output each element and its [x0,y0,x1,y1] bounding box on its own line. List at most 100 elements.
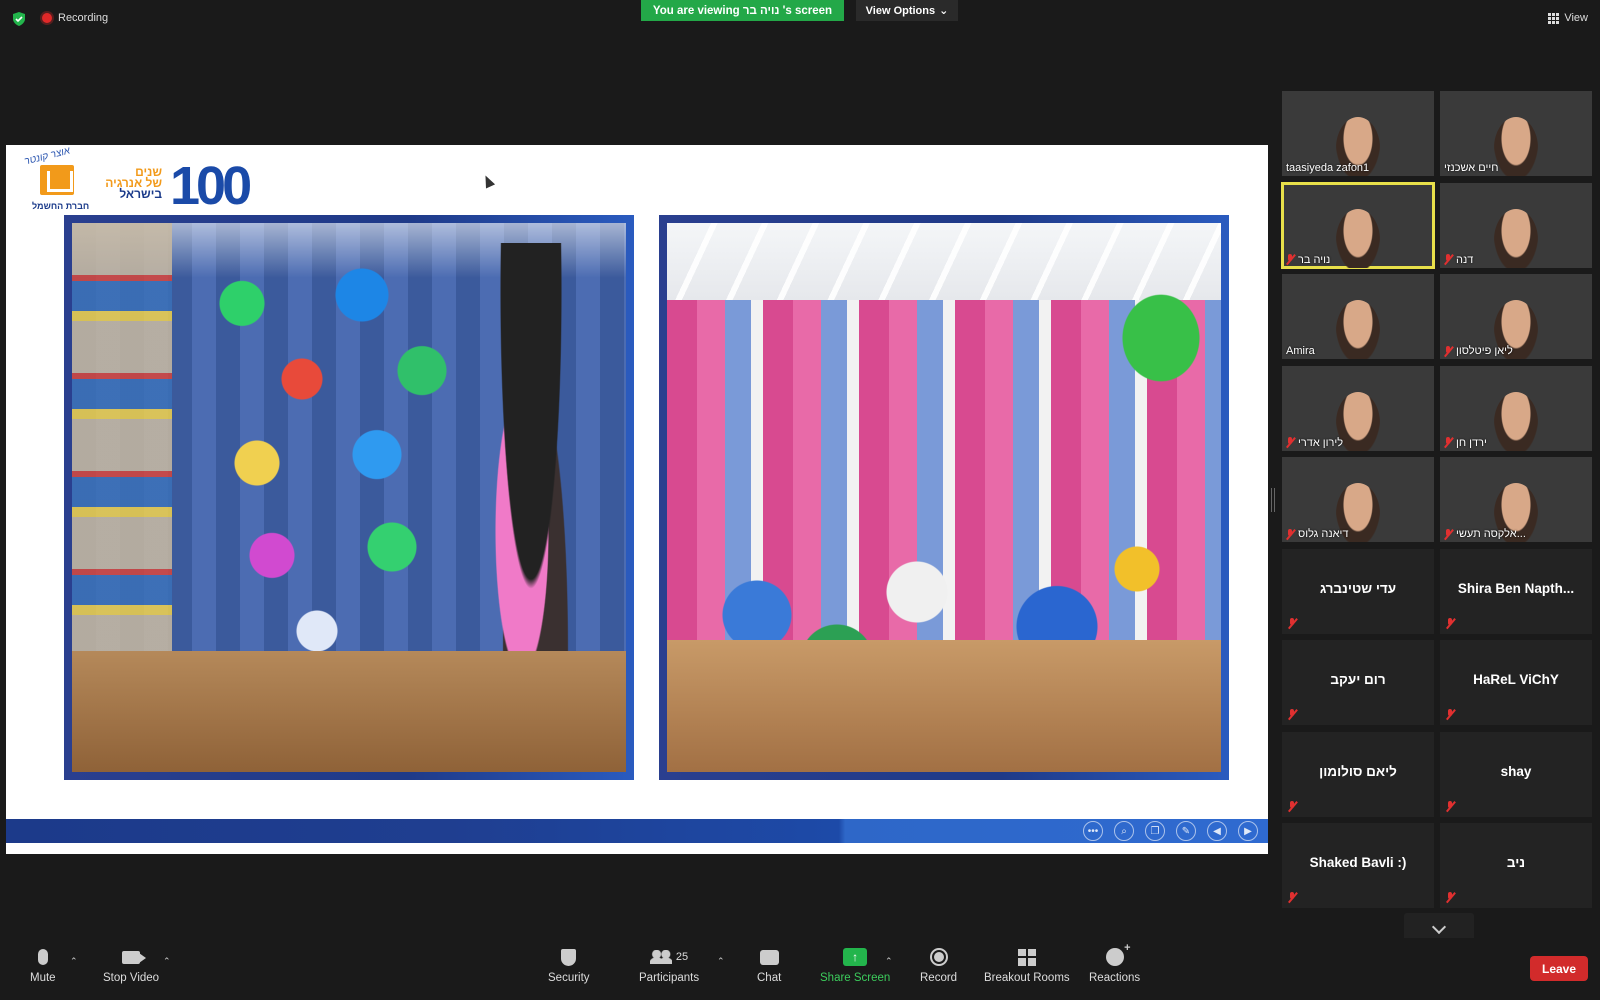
recording-label: Recording [58,12,109,24]
meeting-toolbar: Mute ⌃ Stop Video ⌃ Security 25 Particip… [0,938,1600,1000]
shared-screen[interactable]: אוצר קונטר חברת החשמל שנים של אנרגיה ביש… [6,145,1268,854]
participant-name-text: HaReL ViChY [1473,672,1559,687]
participant-tile[interactable]: נויה בר [1281,181,1435,269]
reaction-smiley-icon [1105,942,1131,966]
years-line-3: בישראל [119,187,162,201]
participant-tile[interactable]: רום יעקב [1282,640,1434,725]
participant-tile[interactable]: דנה [1440,182,1592,268]
participant-tile[interactable]: ניב [1440,823,1592,908]
participant-name: אלקסה תעשי... [1444,528,1526,540]
participant-name: לירון אדרי [1286,437,1343,449]
reactions-button[interactable]: Reactions [1089,942,1141,984]
participant-tile[interactable]: ירדן חן [1440,365,1592,451]
zoom-icon[interactable]: ⌕ [1114,821,1134,841]
share-screen-button[interactable]: ↑ Share Screen [820,946,890,984]
record-label: Record [920,972,958,984]
muted-mic-icon [1444,254,1453,265]
muted-mic-icon [1446,709,1458,721]
muted-mic-icon [1288,892,1300,904]
participant-tile[interactable]: Amira [1282,274,1434,359]
view-label: View [1564,12,1588,24]
participant-name-text: דנה [1456,253,1474,266]
participant-tile[interactable]: אלקסה תעשי... [1440,457,1592,542]
participant-name-text: ליאם סולומון [1319,763,1397,779]
next-slide-icon[interactable]: ▶ [1238,821,1258,841]
participant-tile[interactable]: דיאנה גלוס [1282,457,1434,542]
toy-store-photo-right [667,223,1221,772]
encryption-shield-icon[interactable] [12,12,26,26]
participant-tile[interactable]: Shira Ben Napth... [1440,548,1592,634]
gallery-grid-icon [1548,12,1560,24]
previous-slide-icon[interactable]: ◀ [1207,821,1227,841]
participant-name-text: ניב [1506,855,1526,870]
pen-icon[interactable]: ✎ [1176,821,1196,841]
participant-video-feed [1494,208,1538,268]
chat-button[interactable]: Chat [757,946,781,984]
participant-name: חיים אשכנזי [1444,162,1498,174]
stop-video-button[interactable]: Stop Video [103,946,159,984]
slide-controls: ••• ⌕ ❐ ✎ ◀ ▶ [1083,821,1258,841]
view-options-label: View Options [865,4,936,17]
participant-name-text: Shaked Bavli :) [1309,855,1407,870]
reactions-label: Reactions [1089,972,1141,984]
participant-video-feed [1494,117,1538,176]
participant-name-text: אלקסה תעשי... [1456,528,1526,540]
chat-label: Chat [757,972,782,984]
view-button[interactable]: View [1548,12,1588,24]
years-text: שנים של אנרגיה בישראל [102,166,162,201]
copy-icon[interactable]: ❐ [1145,821,1165,841]
recording-dot-icon [42,13,52,23]
participant-name-text: עדי שטינברג [1319,580,1397,596]
microphone-icon [37,949,48,965]
participant-video-feed [1336,300,1380,359]
security-button[interactable]: Security [548,946,590,984]
participant-tile[interactable]: shay [1440,731,1592,817]
mute-button[interactable]: Mute [30,946,56,984]
panel-resize-handle[interactable] [1271,488,1275,512]
participant-name: taasiyeda zafon1 [1286,162,1369,174]
participants-button[interactable]: 25 Participants [639,946,699,984]
participant-name: נויה בר [1286,254,1330,266]
recording-indicator[interactable]: Recording [42,12,108,24]
participant-video-feed [1494,391,1538,451]
chevron-down-icon [1431,919,1447,934]
participant-name-text: taasiyeda zafon1 [1286,162,1370,174]
muted-mic-icon [1288,709,1300,721]
top-bar: Recording You are viewing נויה בר 's scr… [0,0,1600,38]
record-button[interactable]: Record [920,946,957,984]
video-camera-icon [122,950,147,964]
participant-tile[interactable]: HaReL ViChY [1440,640,1592,725]
muted-mic-icon [1444,528,1453,540]
participant-tile[interactable]: ליאן פיטלסון [1440,274,1592,359]
participant-tile[interactable]: חיים אשכנזי [1440,91,1592,176]
participant-tile[interactable]: ליאם סולומון [1282,731,1434,817]
muted-mic-icon [1444,345,1453,357]
record-icon [929,948,948,966]
share-options-caret-icon[interactable]: ⌃ [885,956,893,967]
leave-button[interactable]: Leave [1530,956,1588,981]
muted-mic-icon [1446,617,1458,630]
participant-tile[interactable]: עדי שטינברג [1282,548,1434,634]
participants-options-caret-icon[interactable]: ⌃ [717,956,725,967]
chevron-down-icon: ⌄ [939,5,949,17]
muted-mic-icon [1286,437,1295,448]
participant-name-text: Amira [1286,345,1315,357]
participants-count: 25 [675,951,689,963]
toy-store-photo-left [72,223,626,772]
muted-mic-icon [1446,800,1458,813]
more-icon[interactable]: ••• [1083,821,1103,841]
muted-mic-icon [1446,892,1458,904]
stop-video-label: Stop Video [103,972,160,984]
view-options-button[interactable]: View Options ⌄ [856,0,958,21]
breakout-rooms-button[interactable]: Breakout Rooms [984,946,1070,984]
participant-tile[interactable]: Shaked Bavli :) [1282,823,1434,908]
video-options-caret-icon[interactable]: ⌃ [163,956,171,967]
slide-logo: אוצר קונטר חברת החשמל שנים של אנרגיה ביש… [20,146,270,216]
audio-options-caret-icon[interactable]: ⌃ [70,956,78,967]
participant-tile[interactable]: taasiyeda zafon1 [1282,91,1434,176]
participant-tile[interactable]: לירון אדרי [1282,365,1434,451]
participant-video-feed [1336,208,1380,268]
hundred-logo-text: 100 [170,156,252,216]
iec-mark-icon [40,165,74,195]
muted-mic-icon [1444,437,1453,448]
